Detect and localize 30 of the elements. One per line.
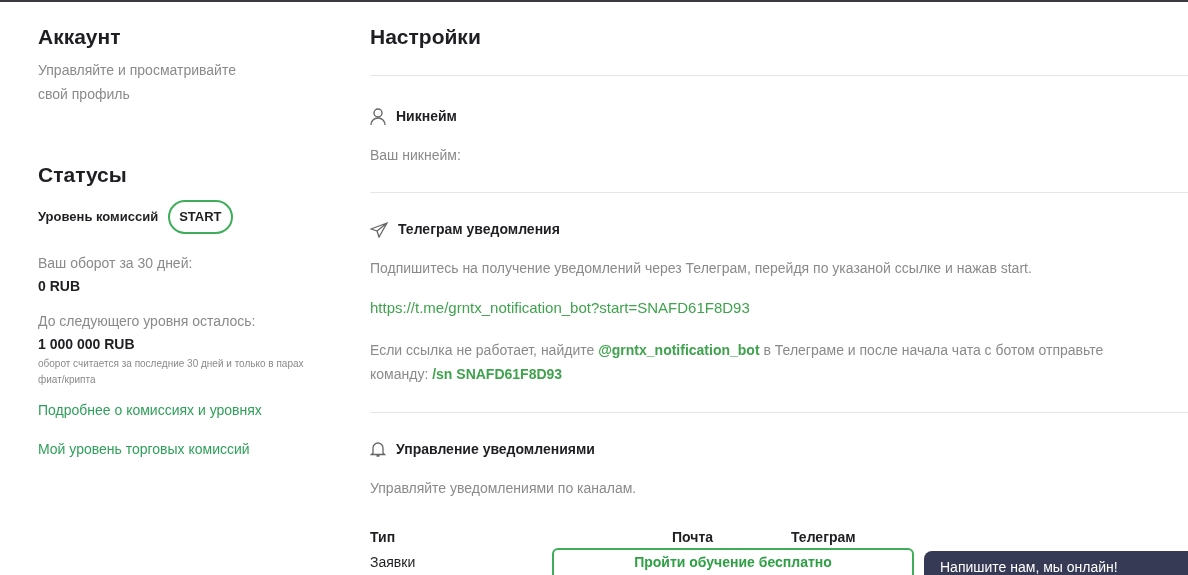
chat-bubble[interactable]: Напишите нам, мы онлайн!	[924, 551, 1188, 575]
column-header: Почта	[672, 528, 714, 545]
account-title: Аккаунт	[38, 24, 122, 50]
telegram-heading: Телеграм уведомления	[398, 220, 560, 239]
user-icon	[370, 107, 386, 126]
notification-type-cell-text: Заявки	[370, 552, 417, 572]
commission-level-label: Уровень комиссий	[38, 208, 159, 226]
turnover-value: 0 RUB	[38, 276, 81, 296]
free-training-button[interactable]: Пройти обучение бесплатно	[552, 548, 914, 575]
next-level-value: 1 000 000 RUB	[38, 334, 136, 354]
commission-link[interactable]: Мой уровень торговых комиссий	[38, 438, 250, 460]
statuses-title: Статусы	[38, 162, 128, 188]
column-header: Телеграм	[791, 528, 856, 545]
telegram-help-text: Если ссылка не работает, найдите @grntx_notification_bot в Телеграме и после начала чата с ботом отправьте команду: /sn SNAFD61F8D93	[370, 340, 1105, 384]
paper-plane-icon	[370, 221, 388, 238]
level-badge: START	[168, 200, 233, 234]
column-header: Тип	[370, 528, 396, 545]
settings-title: Настройки	[370, 22, 1188, 76]
telegram-bot-link[interactable]: https://t.me/grntx_notification_bot?start=SNAFD61F8D93	[370, 297, 1178, 320]
turnover-note: оборот считается за последние 30 дней и только в парах фиат/крипта	[38, 356, 305, 387]
notifications-description: Управляйте уведомлениями по каналам.	[370, 478, 638, 498]
telegram-description: Подпишитесь на получение уведомлений через Телеграм, перейдя по указаной ссылке и нажав start.	[370, 259, 1033, 278]
bell-icon	[370, 440, 386, 458]
next-level-label: До следующего уровня осталось:	[38, 311, 257, 331]
nickname-heading: Никнейм	[396, 107, 457, 126]
account-subtitle: Управляйте и просматривайте свой профиль	[38, 61, 237, 104]
nickname-label: Ваш никнейм:	[370, 146, 462, 165]
commission-link[interactable]: Подробнее о комиссиях и уровнях	[38, 399, 262, 421]
turnover-label: Ваш оборот за 30 дней:	[38, 253, 194, 273]
notifications-heading: Управление уведомлениями	[396, 439, 595, 459]
